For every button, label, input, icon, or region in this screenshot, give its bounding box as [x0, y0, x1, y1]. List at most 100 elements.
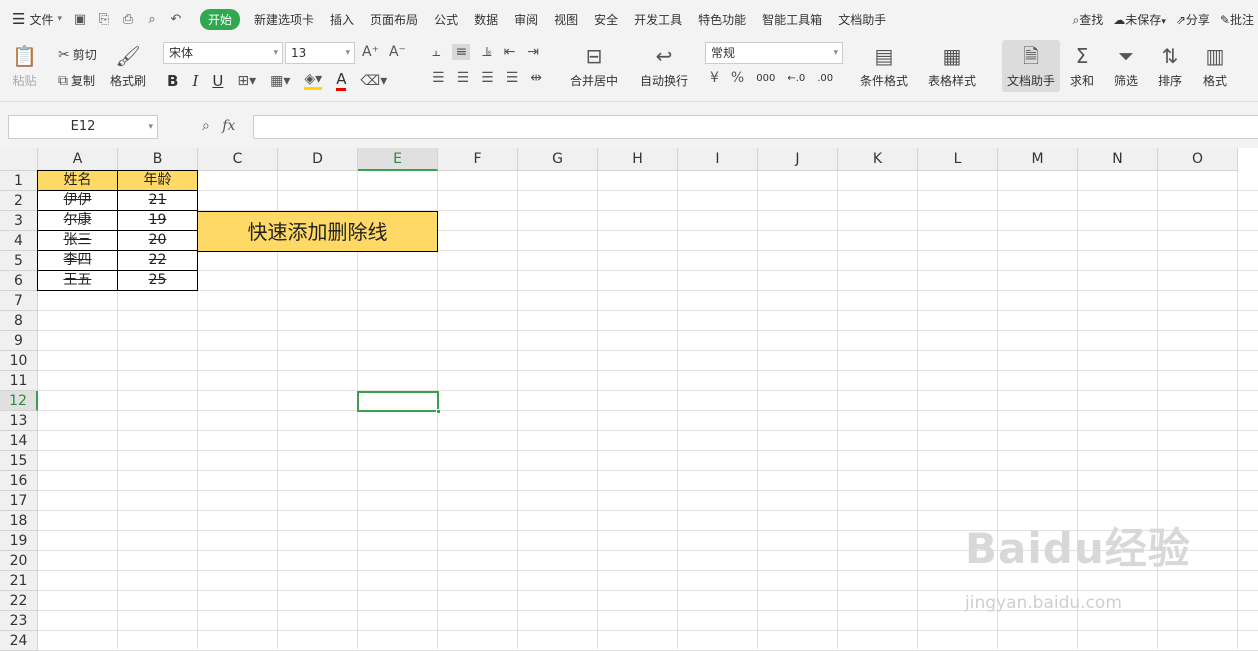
doc-assistant-button[interactable]: 🗎 文档助手: [1002, 40, 1060, 92]
format-painter-button[interactable]: 🖌 格式刷: [110, 44, 146, 89]
align-left-icon[interactable]: ☰: [432, 70, 445, 86]
table-cell[interactable]: 20: [118, 231, 197, 250]
column-header[interactable]: M: [998, 148, 1078, 171]
number-format-select[interactable]: 常规 ▾: [705, 42, 843, 64]
increase-font-icon[interactable]: A⁺: [362, 44, 379, 60]
tab-5[interactable]: 数据: [474, 11, 498, 28]
table-cell[interactable]: 21: [118, 191, 197, 210]
sort-button[interactable]: ⇅ 排序: [1158, 44, 1182, 89]
column-header[interactable]: D: [278, 148, 358, 171]
tab-1[interactable]: 新建选项卡: [254, 11, 314, 28]
column-header[interactable]: F: [438, 148, 518, 171]
tab-4[interactable]: 公式: [434, 11, 458, 28]
unsaved-button[interactable]: ☁未保存▾: [1113, 11, 1166, 28]
justify-icon[interactable]: ☰: [506, 70, 519, 86]
align-top-icon[interactable]: ⫠: [432, 44, 440, 60]
column-header[interactable]: H: [598, 148, 678, 171]
active-cell-selection[interactable]: [357, 391, 441, 414]
tab-9[interactable]: 开发工具: [634, 11, 682, 28]
filter-button[interactable]: ⏷ 筛选: [1114, 44, 1138, 89]
fill-color-icon[interactable]: ◈▾: [304, 71, 323, 90]
column-header[interactable]: O: [1158, 148, 1238, 171]
row-header[interactable]: 10: [0, 351, 38, 371]
row-header[interactable]: 20: [0, 551, 38, 571]
thousands-button[interactable]: 000: [756, 73, 775, 84]
tab-0[interactable]: 开始: [200, 8, 241, 30]
tab-7[interactable]: 视图: [554, 11, 578, 28]
comment-button[interactable]: ✎批注: [1220, 11, 1254, 28]
row-header[interactable]: 5: [0, 251, 38, 271]
share-button[interactable]: ⇗分享: [1176, 11, 1210, 28]
row-header[interactable]: 2: [0, 191, 38, 211]
tab-6[interactable]: 审阅: [514, 11, 538, 28]
row-header[interactable]: 23: [0, 611, 38, 631]
save-icon[interactable]: ▣: [72, 12, 88, 27]
tab-8[interactable]: 安全: [594, 11, 618, 28]
copy-button[interactable]: ⧉ 复制: [58, 72, 95, 89]
search-button[interactable]: ⌕查找: [1073, 11, 1104, 28]
align-center-icon[interactable]: ☰: [457, 70, 470, 86]
align-right-icon[interactable]: ☰: [481, 70, 494, 86]
column-header[interactable]: C: [198, 148, 278, 171]
fill-handle[interactable]: [436, 409, 441, 414]
row-header[interactable]: 9: [0, 331, 38, 351]
table-cell[interactable]: 伊伊: [38, 191, 117, 210]
tab-12[interactable]: 文档助手: [838, 11, 886, 28]
align-bottom-icon[interactable]: ⫡: [482, 44, 491, 60]
underline-button[interactable]: U: [212, 72, 223, 90]
row-header[interactable]: 21: [0, 571, 38, 591]
tab-11[interactable]: 智能工具箱: [762, 11, 822, 28]
row-header[interactable]: 6: [0, 271, 38, 291]
column-header[interactable]: G: [518, 148, 598, 171]
paste-button[interactable]: 📋 粘贴: [12, 44, 37, 89]
table-cell[interactable]: 张三: [38, 231, 117, 250]
table-cell[interactable]: 22: [118, 251, 197, 270]
table-cell[interactable]: 王五: [38, 271, 117, 290]
font-name-select[interactable]: 宋体 ▾: [163, 42, 283, 64]
eraser-icon[interactable]: ⌫▾: [360, 73, 387, 89]
wrap-text-button[interactable]: ↩ 自动换行: [640, 44, 688, 89]
decrease-decimal-button[interactable]: .00: [817, 73, 833, 84]
bold-button[interactable]: B: [167, 72, 178, 90]
column-header[interactable]: E: [358, 148, 438, 171]
row-header[interactable]: 16: [0, 471, 38, 491]
italic-button[interactable]: I: [192, 72, 198, 90]
undo-icon[interactable]: ↶: [168, 12, 184, 27]
formula-input[interactable]: [253, 115, 1258, 139]
table-cell[interactable]: 李四: [38, 251, 117, 270]
banner-cell[interactable]: 快速添加删除线: [197, 211, 438, 252]
row-header[interactable]: 11: [0, 371, 38, 391]
file-menu[interactable]: ☰ 文件 ▾: [12, 10, 62, 28]
row-header[interactable]: 12: [0, 391, 38, 411]
row-header[interactable]: 8: [0, 311, 38, 331]
table-style-button[interactable]: ▦ 表格样式: [928, 44, 976, 89]
distribute-icon[interactable]: ⇹: [530, 70, 542, 86]
zoom-icon[interactable]: ⌕: [202, 118, 210, 134]
print-icon[interactable]: ⎙: [120, 12, 136, 27]
merge-center-button[interactable]: ⊟ 合并居中: [570, 44, 618, 89]
fx-button[interactable]: fx: [222, 118, 235, 134]
column-header[interactable]: B: [118, 148, 198, 171]
table-cell[interactable]: 尔康: [38, 211, 117, 230]
row-header[interactable]: 22: [0, 591, 38, 611]
font-size-select[interactable]: 13 ▾: [285, 42, 355, 64]
column-header[interactable]: K: [838, 148, 918, 171]
row-header[interactable]: 1: [0, 171, 38, 191]
select-all-corner[interactable]: [0, 148, 38, 171]
row-header[interactable]: 3: [0, 211, 38, 231]
name-box[interactable]: E12 ▾: [8, 115, 158, 139]
row-header[interactable]: 19: [0, 531, 38, 551]
percent-button[interactable]: %: [731, 70, 744, 86]
table-cell[interactable]: 年龄: [118, 171, 197, 190]
column-header[interactable]: A: [38, 148, 118, 171]
row-header[interactable]: 24: [0, 631, 38, 651]
align-middle-icon[interactable]: ≡: [452, 44, 471, 60]
row-header[interactable]: 15: [0, 451, 38, 471]
tab-3[interactable]: 页面布局: [370, 11, 418, 28]
table-cell[interactable]: 25: [118, 271, 197, 290]
currency-button[interactable]: ¥: [710, 70, 719, 86]
tab-2[interactable]: 插入: [330, 11, 354, 28]
column-header[interactable]: J: [758, 148, 838, 171]
border-icon[interactable]: ⊞▾: [237, 73, 256, 89]
indent-decrease-icon[interactable]: ⇤: [504, 44, 516, 60]
